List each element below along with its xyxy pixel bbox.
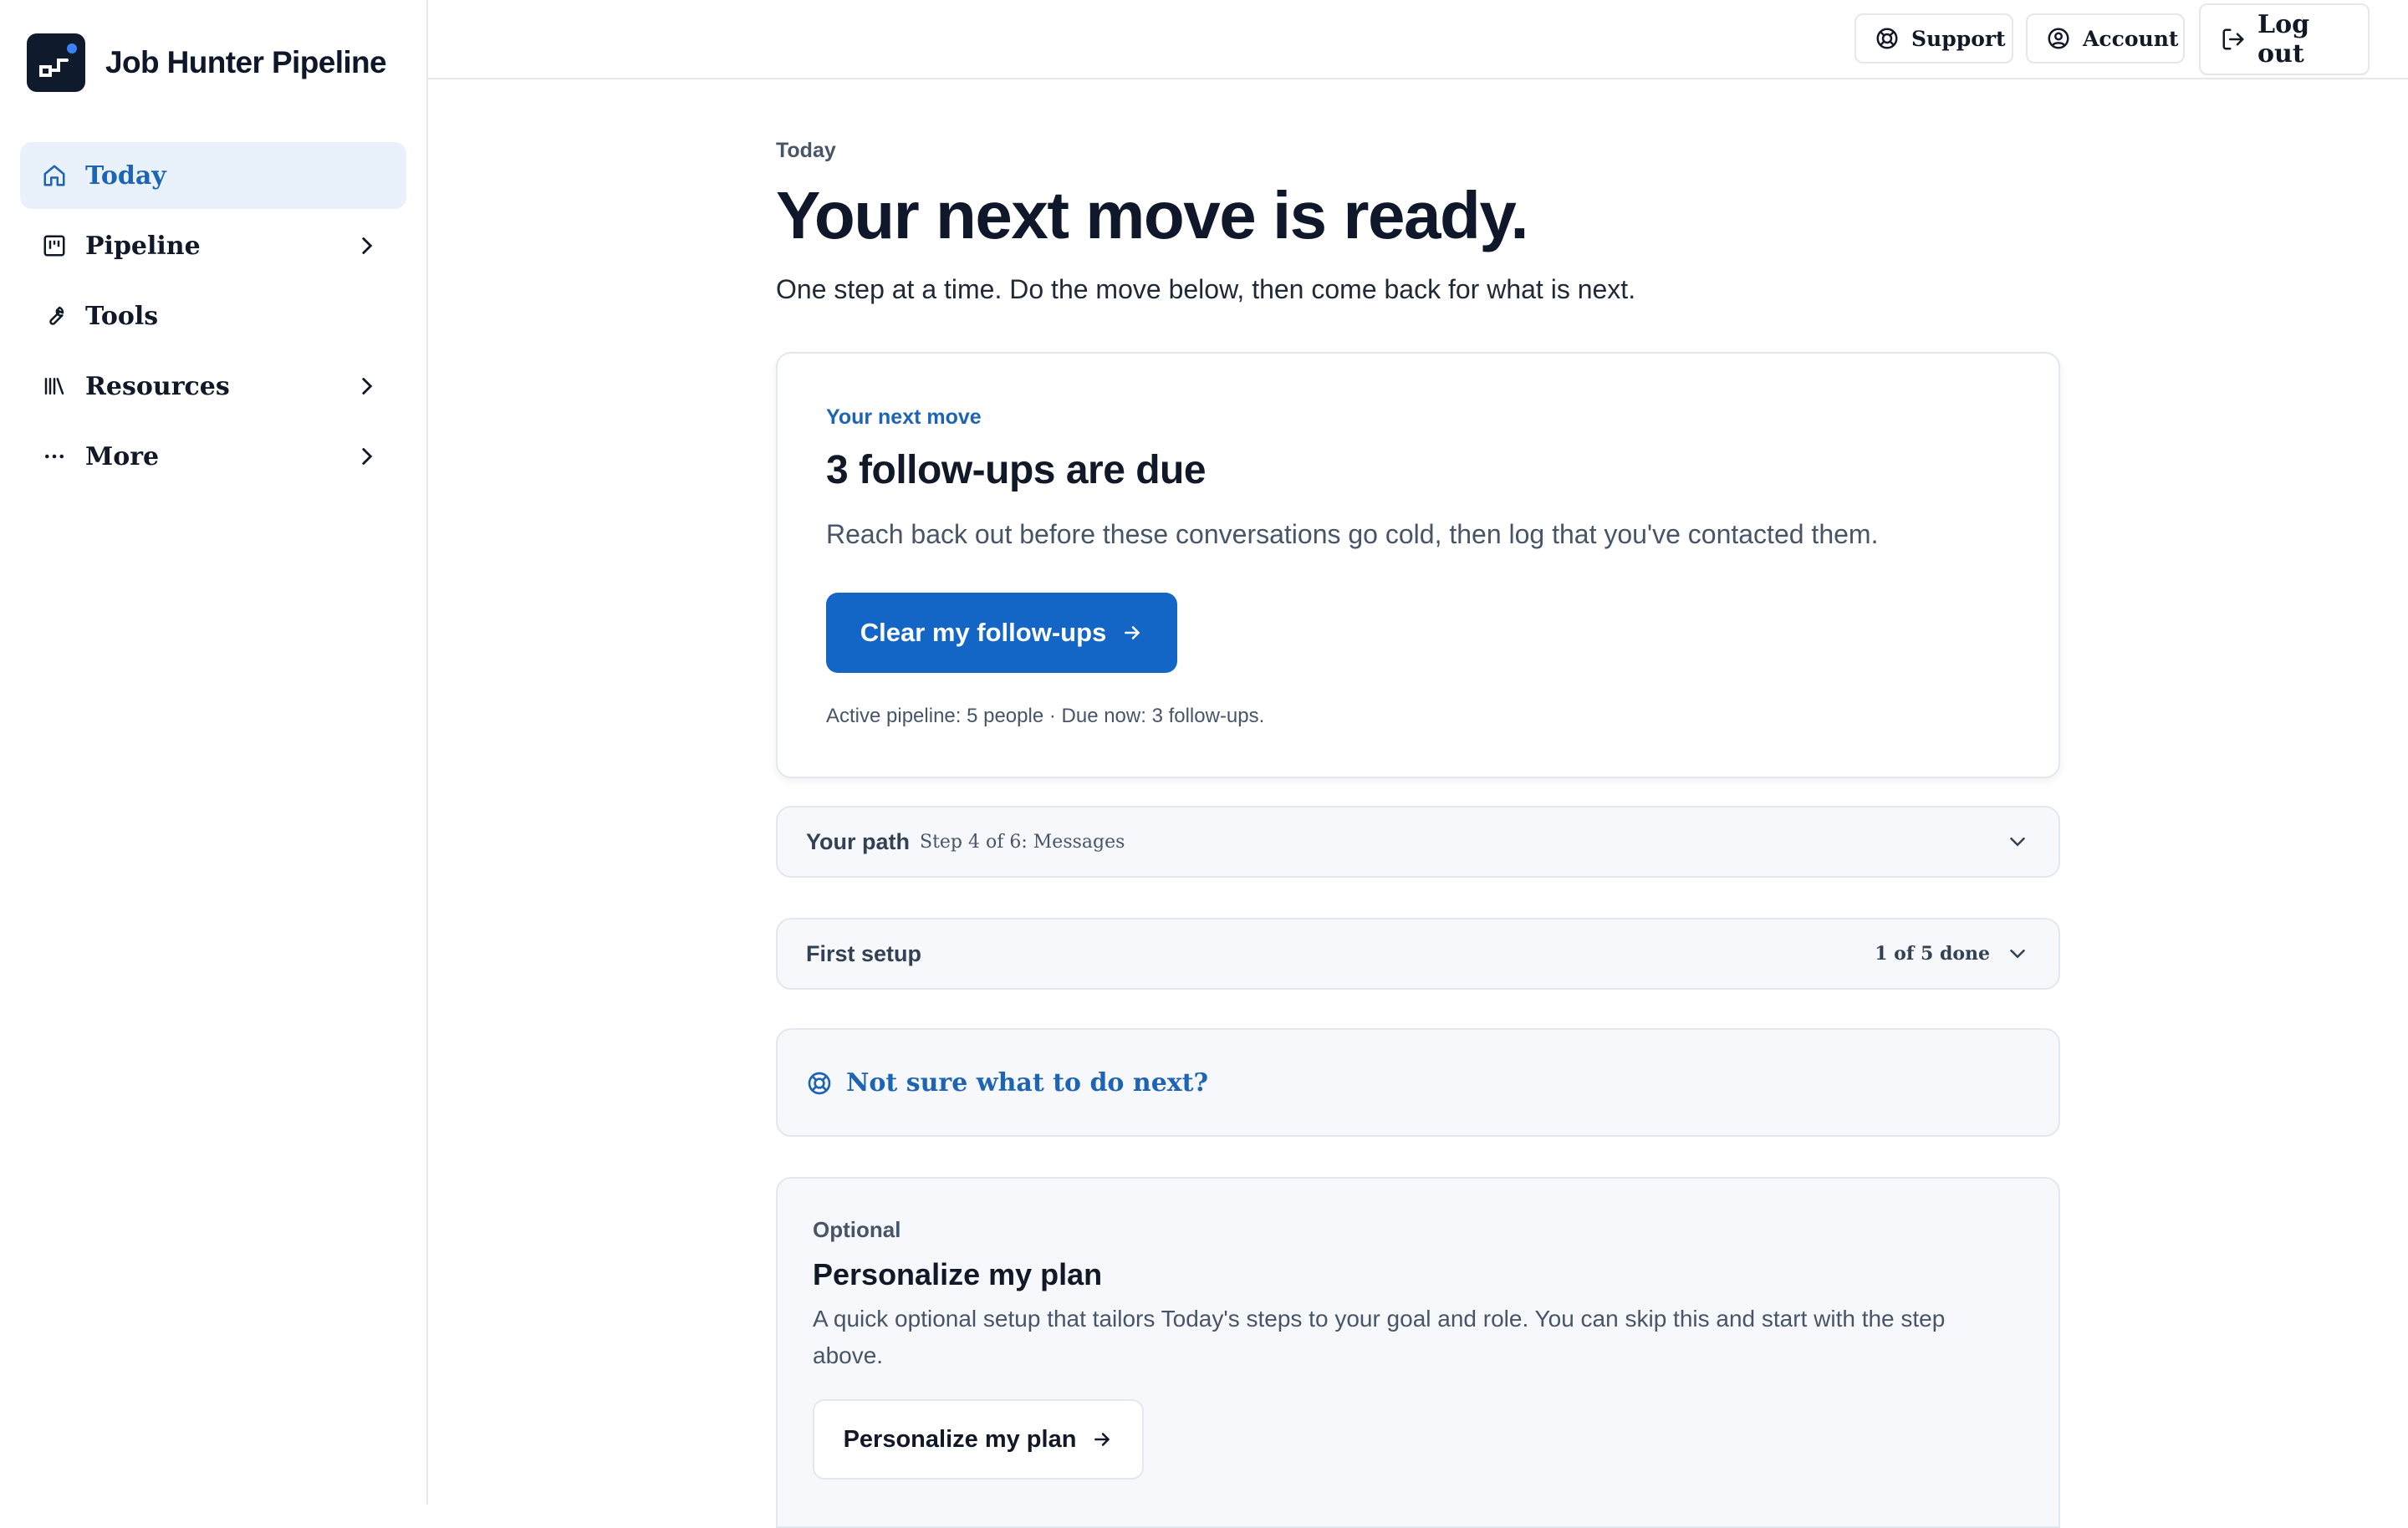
lifebuoy-icon	[1875, 26, 1911, 51]
sidebar-item-label: Today	[85, 160, 166, 191]
personalize-card: Optional Personalize my plan A quick opt…	[776, 1177, 2060, 1528]
kanban-icon	[40, 232, 69, 260]
page-eyebrow: Today	[776, 139, 836, 162]
chevron-right-icon	[353, 232, 381, 260]
top-bar: Support Account Log out	[428, 0, 2408, 79]
wrench-icon	[40, 302, 69, 330]
page-title: Your next move is ready.	[776, 178, 1529, 252]
button-label: Clear my follow-ups	[860, 618, 1107, 647]
setup-progress: 1 of 5 done	[1875, 943, 1990, 965]
sidebar: Job Hunter Pipeline Today Pipeline Tools	[0, 0, 428, 1505]
sidebar-item-label: Tools	[85, 301, 159, 331]
support-label: Support	[1911, 26, 2006, 51]
personalize-button[interactable]: Personalize my plan	[813, 1399, 1144, 1480]
sidebar-item-resources[interactable]: Resources	[20, 353, 406, 420]
accordion-title: First setup	[806, 940, 922, 966]
ellipsis-icon	[40, 442, 69, 471]
accordion-title: Your path	[806, 828, 910, 854]
account-label: Account	[2083, 26, 2179, 51]
sidebar-item-label: Pipeline	[85, 231, 201, 261]
chevron-down-icon	[2005, 829, 2030, 854]
logout-button[interactable]: Log out	[2199, 3, 2370, 75]
brand[interactable]: Job Hunter Pipeline	[27, 33, 387, 92]
next-move-title: 3 follow-ups are due	[826, 448, 1207, 492]
clear-follow-ups-button[interactable]: Clear my follow-ups	[826, 593, 1177, 673]
arrow-right-icon	[1106, 622, 1143, 644]
sidebar-item-tools[interactable]: Tools	[20, 283, 406, 349]
log-out-icon	[2221, 27, 2258, 52]
chevron-right-icon	[353, 372, 381, 400]
path-step: Step 4 of 6: Messages	[920, 831, 1125, 853]
help-link[interactable]: Not sure what to do next?	[806, 1068, 1208, 1098]
next-move-eyebrow: Your next move	[826, 405, 982, 429]
arrow-right-icon	[1076, 1429, 1113, 1450]
sidebar-item-more[interactable]: More	[20, 423, 406, 490]
optional-eyebrow: Optional	[813, 1217, 901, 1242]
pipeline-stats: Active pipeline: 5 people · Due now: 3 f…	[826, 705, 1265, 727]
sidebar-item-label: More	[85, 441, 160, 471]
sidebar-item-label: Resources	[85, 371, 230, 401]
sidebar-item-today[interactable]: Today	[20, 142, 406, 209]
chevron-down-icon	[2005, 941, 2030, 966]
chevron-right-icon	[353, 442, 381, 471]
help-label: Not sure what to do next?	[846, 1068, 1209, 1098]
sidebar-nav: Today Pipeline Tools Resources More	[20, 142, 406, 493]
personalize-description: A quick optional setup that tailors Toda…	[813, 1306, 1946, 1368]
app-name: Job Hunter Pipeline	[105, 45, 387, 79]
page-subtitle: One step at a time. Do the move below, t…	[776, 274, 1636, 304]
home-icon	[40, 161, 69, 190]
help-prompt[interactable]: Not sure what to do next?	[776, 1028, 2060, 1137]
user-circle-icon	[2046, 26, 2083, 51]
support-button[interactable]: Support	[1854, 13, 2013, 64]
account-button[interactable]: Account	[2026, 13, 2185, 64]
first-setup-accordion[interactable]: First setup 1 of 5 done	[776, 918, 2060, 990]
next-move-description: Reach back out before these conversation…	[826, 519, 1879, 549]
button-label: Personalize my plan	[843, 1425, 1077, 1453]
next-move-card: Your next move 3 follow-ups are due Reac…	[776, 352, 2060, 778]
sidebar-item-pipeline[interactable]: Pipeline	[20, 212, 406, 279]
library-icon	[40, 372, 69, 400]
lifebuoy-icon	[806, 1070, 833, 1097]
personalize-title: Personalize my plan	[813, 1257, 1103, 1291]
app-logo	[27, 33, 85, 92]
logout-label: Log out	[2258, 10, 2310, 69]
your-path-accordion[interactable]: Your path Step 4 of 6: Messages	[776, 806, 2060, 878]
